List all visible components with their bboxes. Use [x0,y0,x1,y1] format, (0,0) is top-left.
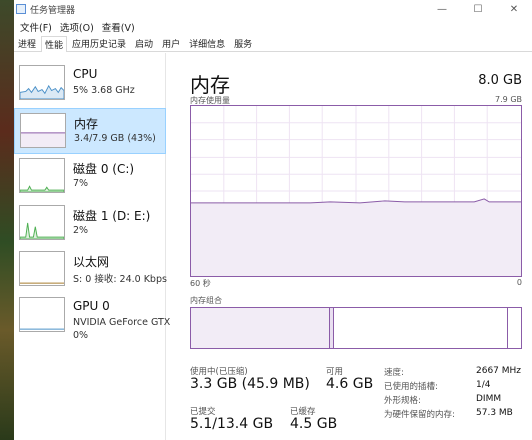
sidebar-item-disk-0[interactable]: 磁盘 0 (C:) 7% [14,154,166,200]
memory-composition-bar [190,307,522,349]
sidebar-item-value: 3.4/7.9 GB (43%) [74,133,156,144]
sidebar-item-ethernet[interactable]: 以太网 S: 0 接收: 24.0 Kbps [14,247,167,293]
tab-app-history[interactable]: 应用历史记录 [68,35,130,51]
memory-usage-graph [190,105,522,277]
tab-performance[interactable]: 性能 [41,36,68,52]
slots-used-value: 1/4 [476,380,491,390]
usage-graph-max: 7.9 GB [495,95,522,104]
sidebar-item-value-2: 0% [73,330,89,341]
composition-free [507,308,521,348]
speed-label: 速度: [384,368,404,378]
hardware-reserved-value: 57.3 MB [476,408,513,418]
page-title: 内存 [190,73,230,97]
available-value: 4.6 GB [326,376,374,392]
form-factor-label: 外形规格: [384,396,421,406]
in-use-value: 3.3 GB (45.9 MB) [190,376,310,392]
sidebar-item-memory[interactable]: 内存 3.4/7.9 GB (43%) [14,108,166,154]
tab-strip: 进程 性能 应用历史记录 启动 用户 详细信息 服务 [14,36,532,52]
form-factor-value: DIMM [476,394,502,404]
sidebar-item-label: CPU [73,67,98,81]
window-title: 任务管理器 [30,5,76,16]
sidebar-item-label: 内存 [74,117,99,131]
cached-value: 4.5 GB [290,416,338,432]
resource-sidebar: CPU 5% 3.68 GHz 内存 3.4/7.9 GB (43%) 磁盘 0… [14,53,170,440]
gpu-thumbnail-graph [19,297,65,332]
sidebar-item-gpu[interactable]: GPU 0 NVIDIA GeForce GTX 0% [14,293,170,349]
memory-thumbnail-graph [20,113,66,148]
close-button[interactable]: ✕ [496,0,532,18]
slots-used-label: 已使用的插槽: [384,382,438,392]
time-axis-end: 0 [516,278,522,287]
memory-detail-panel: 内存 8.0 GB 内存使用量 7.9 GB 60 秒 0 内存组合 使用中(已… [186,53,532,440]
disk-0-thumbnail-graph [19,158,65,193]
sidebar-item-value: 2% [73,225,89,236]
tab-startup[interactable]: 启动 [131,35,157,51]
sidebar-item-label: GPU 0 [73,299,110,313]
speed-value: 2667 MHz [476,366,522,376]
desktop-wallpaper [0,0,14,440]
sidebar-item-label: 磁盘 1 (D: E:) [73,209,151,223]
committed-value: 5.1/13.4 GB [190,416,274,432]
time-axis-start: 60 秒 [190,279,211,288]
tab-users[interactable]: 用户 [158,35,184,51]
tab-processes[interactable]: 进程 [14,35,40,51]
sidebar-item-cpu[interactable]: CPU 5% 3.68 GHz [14,61,166,107]
composition-in-use [191,308,330,348]
sidebar-item-disk-1[interactable]: 磁盘 1 (D: E:) 2% [14,201,166,247]
hardware-reserved-label: 为硬件保留的内存: [384,410,455,420]
title-bar[interactable]: 任务管理器 — ☐ ✕ [14,0,532,18]
menu-view[interactable]: 查看(V) [98,20,139,34]
task-manager-icon [16,4,26,14]
composition-label: 内存组合 [190,296,222,305]
ethernet-thumbnail-graph [19,251,65,286]
maximize-button[interactable]: ☐ [460,0,496,18]
sidebar-item-value: 5% 3.68 GHz [73,85,135,96]
composition-standby [334,308,508,348]
sidebar-item-value: NVIDIA GeForce GTX [73,317,171,328]
tab-services[interactable]: 服务 [230,35,256,51]
disk-1-thumbnail-graph [19,205,65,240]
menu-options[interactable]: 选项(O) [56,20,98,34]
cpu-thumbnail-graph [19,65,65,100]
sidebar-item-value: S: 0 接收: 24.0 Kbps [73,274,167,285]
minimize-button[interactable]: — [424,0,460,18]
menu-file[interactable]: 文件(F) [16,20,56,34]
sidebar-item-value: 7% [73,178,89,189]
menu-bar: 文件(F) 选项(O) 查看(V) [14,18,532,36]
sidebar-item-label: 磁盘 0 (C:) [73,162,135,176]
total-memory: 8.0 GB [478,73,522,88]
tab-details[interactable]: 详细信息 [185,35,229,51]
task-manager-window: 任务管理器 — ☐ ✕ 文件(F) 选项(O) 查看(V) 进程 性能 应用历史… [14,0,532,440]
sidebar-item-label: 以太网 [73,255,110,269]
